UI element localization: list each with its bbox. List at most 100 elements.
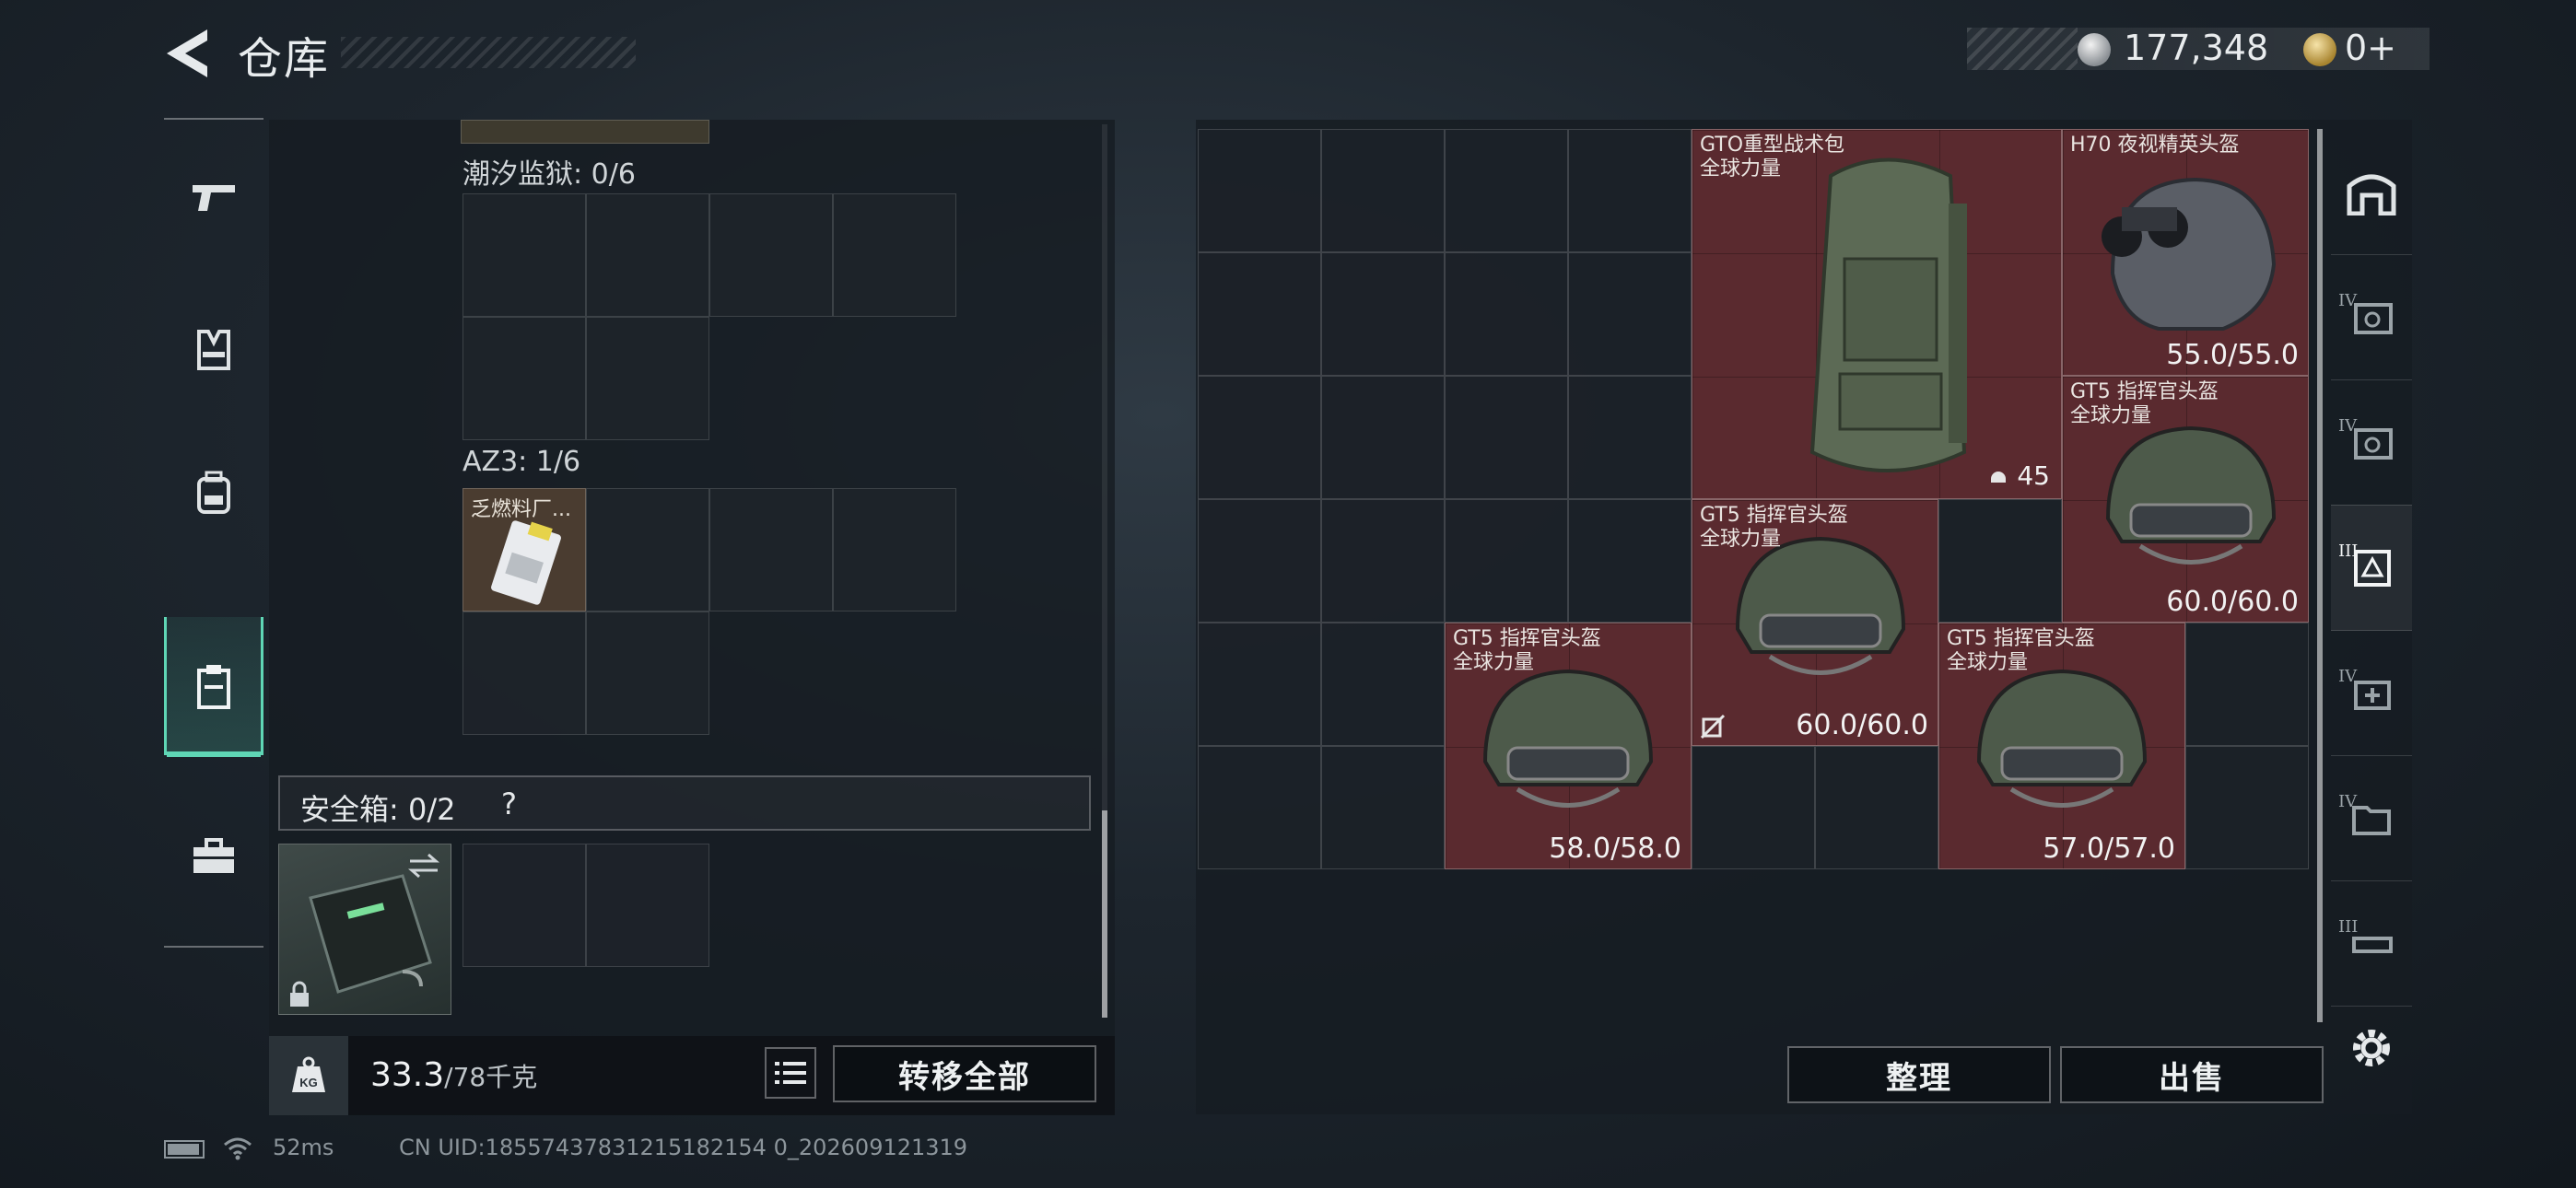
stash-slot[interactable] (1198, 376, 1321, 499)
grid-slot[interactable] (586, 317, 709, 440)
gold-coin-icon (2303, 33, 2336, 66)
stash-tabs: IV IV III IV IV III (2331, 120, 2412, 1114)
stash-slot[interactable] (1321, 129, 1445, 252)
keycard-icon (491, 520, 561, 605)
currency-bar: 177,348 0+ (1967, 28, 2430, 70)
stash-item-h70-helmet[interactable]: H70 夜视精英头盔 55.0/55.0 (2062, 129, 2309, 376)
stash-tab-3[interactable]: III (2331, 505, 2412, 631)
stash-item-backpack[interactable]: GTO重型战术包 全球力量 45 (1692, 129, 2062, 499)
safebox-case-item[interactable] (278, 844, 451, 1015)
stash-slot[interactable] (1568, 252, 1692, 376)
swap-icon[interactable] (406, 852, 441, 879)
nav-weapons[interactable] (164, 129, 263, 267)
transfer-all-button[interactable]: 转移全部 (833, 1045, 1096, 1102)
weight-bar: KG 33.3/78千克 转移全部 (269, 1036, 1115, 1115)
sort-button[interactable]: 整理 (1787, 1046, 2051, 1103)
stash-item-gt5-helmet[interactable]: GT5 指挥官头盔 全球力量 60.0/60.0 (2062, 376, 2309, 623)
title-decoration (341, 37, 636, 68)
stash-tab-4[interactable]: IV (2331, 630, 2412, 756)
stash-tab-home[interactable] (2331, 129, 2412, 255)
nav-inventory[interactable] (164, 617, 263, 757)
stash-item-gt5-helmet[interactable]: GT5 指挥官头盔 全球力量 60.0/60.0 (1692, 499, 1938, 746)
grid-slot[interactable] (586, 611, 709, 735)
tier-label: IV (2338, 416, 2358, 436)
stash-slot[interactable] (1568, 376, 1692, 499)
settings-button[interactable] (2344, 1020, 2399, 1076)
nav-armor[interactable] (164, 281, 263, 419)
svg-text:KG: KG (299, 1076, 318, 1089)
stash-slot[interactable] (1198, 746, 1321, 869)
commander-helmet-icon (1482, 669, 1654, 808)
stash-item-gt5-helmet[interactable]: GT5 指挥官头盔 全球力量 57.0/57.0 (1938, 623, 2185, 869)
tier-label: III (2338, 542, 2359, 561)
partial-item[interactable] (461, 120, 709, 144)
grid-slot[interactable] (463, 611, 586, 735)
weight-readout: 33.3/78千克 (370, 1056, 537, 1094)
stash-item-gt5-helmet[interactable]: GT5 指挥官头盔 全球力量 58.0/58.0 (1445, 623, 1692, 869)
sell-button[interactable]: 出售 (2060, 1046, 2324, 1103)
stash-tab-5[interactable]: IV (2331, 755, 2412, 881)
uid-readout: CN UID:18557437831215182154 0_2026091213… (399, 1135, 968, 1160)
stash-slot[interactable] (1321, 252, 1445, 376)
item-name: 乏燃料厂... (471, 498, 571, 521)
backpack-icon (197, 471, 230, 514)
silver-coin-icon (2078, 33, 2111, 66)
stash-slot[interactable] (1321, 746, 1445, 869)
fuel-plant-keycard-item[interactable]: 乏燃料厂... (463, 488, 586, 611)
stash-slot[interactable] (1198, 499, 1321, 623)
stash-slot[interactable] (1445, 252, 1568, 376)
item-name: GT5 指挥官头盔 全球力量 (1700, 504, 1848, 551)
back-arrow-icon[interactable] (161, 26, 213, 81)
stash-slot[interactable] (1568, 129, 1692, 252)
item-durability: 58.0/58.0 (1549, 833, 1681, 865)
grid-slot[interactable] (463, 193, 586, 317)
gold-amount[interactable]: 0+ (2345, 28, 2396, 68)
help-icon[interactable]: ? (501, 786, 517, 821)
item-durability: 57.0/57.0 (2043, 833, 2175, 865)
safebox-slot[interactable] (586, 844, 709, 967)
battery-icon (164, 1140, 205, 1159)
stash-slot[interactable] (1321, 499, 1445, 623)
stash-slot[interactable] (1938, 499, 2062, 623)
grid-slot[interactable] (709, 488, 833, 611)
ping-readout: 52ms (273, 1135, 334, 1160)
stash-slot[interactable] (1445, 499, 1568, 623)
grid-slot[interactable] (833, 193, 956, 317)
grid-slot[interactable] (463, 317, 586, 440)
stash-slot[interactable] (1568, 499, 1692, 623)
left-category-nav (164, 118, 263, 948)
item-name: GT5 指挥官头盔 全球力量 (2070, 380, 2219, 427)
gear-icon (2353, 1030, 2390, 1066)
clipboard-icon (197, 665, 230, 709)
tier-label: IV (2338, 291, 2358, 310)
commander-helmet-icon (1976, 669, 2148, 808)
grid-slot[interactable] (833, 488, 956, 611)
left-scroll-thumb[interactable] (1102, 810, 1107, 1018)
nav-toolbox[interactable] (164, 787, 263, 926)
stash-slot[interactable] (1321, 376, 1445, 499)
stash-slot[interactable] (1198, 129, 1321, 252)
stash-slot[interactable] (1198, 623, 1321, 746)
stash-tab-2[interactable]: IV (2331, 379, 2412, 506)
stash-tab-6[interactable]: III (2331, 880, 2412, 1007)
stash-slot[interactable] (2185, 623, 2309, 746)
weight-icon: KG (269, 1036, 348, 1115)
weight-max: /78千克 (444, 1062, 538, 1092)
grid-slot[interactable] (709, 193, 833, 317)
stash-slot[interactable] (1692, 746, 1815, 869)
stash-slot[interactable] (1815, 746, 1938, 869)
grid-slot[interactable] (586, 488, 709, 611)
list-view-button[interactable] (765, 1047, 816, 1099)
stash-slot[interactable] (1198, 252, 1321, 376)
stash-slot[interactable] (1445, 129, 1568, 252)
nav-backpack[interactable] (164, 424, 263, 562)
safebox-slot[interactable] (463, 844, 586, 967)
stash-slot[interactable] (2185, 746, 2309, 869)
stash-slot[interactable] (1321, 623, 1445, 746)
stash-scrollbar[interactable] (2317, 129, 2323, 1022)
grid-slot[interactable] (586, 193, 709, 317)
item-name: GT5 指挥官头盔 全球力量 (1453, 627, 1601, 674)
stash-slot[interactable] (1445, 376, 1568, 499)
stash-tab-1[interactable]: IV (2331, 254, 2412, 380)
item-name: H70 夜视精英头盔 (2070, 134, 2240, 157)
